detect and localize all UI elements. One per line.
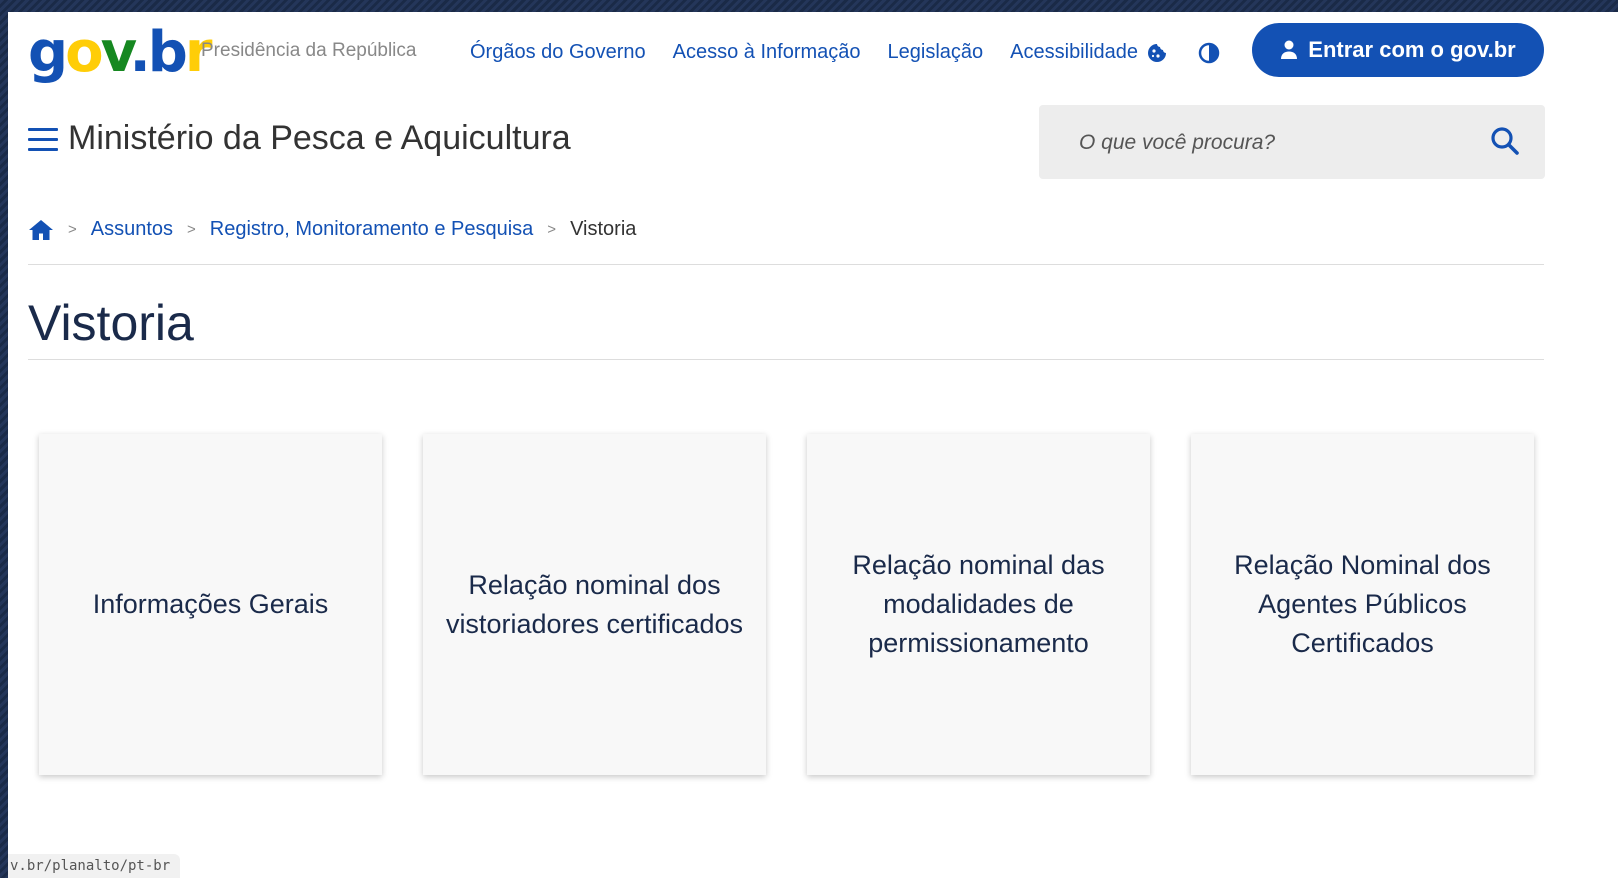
divider [28, 359, 1544, 360]
cards-grid: Informações Gerais Relação nominal dos v… [39, 434, 1534, 775]
window-border-left [0, 0, 8, 878]
card-vistoriadores[interactable]: Relação nominal dos vistoriadores certif… [423, 434, 766, 775]
nav-acessibilidade[interactable]: Acessibilidade [1010, 41, 1138, 64]
card-agentes-publicos[interactable]: Relação Nominal dos Agentes Públicos Cer… [1191, 434, 1534, 775]
breadcrumb: > Assuntos > Registro, Monitoramento e P… [28, 218, 636, 241]
hamburger-menu-icon[interactable] [28, 128, 58, 156]
breadcrumb-separator: > [68, 221, 77, 238]
link-status-bar: v.br/planalto/pt-br [8, 854, 181, 878]
nav-legislacao[interactable]: Legislação [888, 41, 984, 64]
breadcrumb-separator: > [187, 221, 196, 238]
page-title: Vistoria [28, 295, 194, 351]
cookie-icon[interactable] [1144, 40, 1170, 66]
nav-orgaos-do-governo[interactable]: Órgãos do Governo [470, 41, 646, 64]
breadcrumb-current: Vistoria [570, 218, 637, 240]
breadcrumb-registro[interactable]: Registro, Monitoramento e Pesquisa [210, 218, 534, 241]
breadcrumb-assuntos[interactable]: Assuntos [91, 218, 173, 241]
login-govbr-button[interactable]: Entrar com o gov.br [1252, 23, 1544, 77]
contrast-icon[interactable] [1196, 40, 1222, 66]
site-title[interactable]: Ministério da Pesca e Aquicultura [68, 119, 571, 158]
card-modalidades[interactable]: Relação nominal das modalidades de permi… [807, 434, 1150, 775]
window-border-top [0, 0, 1618, 12]
presidencia-label: Presidência da República [201, 40, 417, 61]
card-label: Relação Nominal dos Agentes Públicos Cer… [1234, 550, 1491, 658]
browser-viewport: gov.br Presidência da República Órgãos d… [8, 12, 1618, 878]
login-button-label: Entrar com o gov.br [1308, 37, 1516, 62]
divider [28, 264, 1544, 265]
card-label: Informações Gerais [92, 589, 329, 619]
search-icon[interactable] [1489, 125, 1521, 157]
search-input[interactable] [1077, 125, 1471, 161]
search-box [1039, 105, 1545, 179]
card-informacoes-gerais[interactable]: Informações Gerais [39, 434, 382, 775]
home-icon[interactable] [28, 219, 54, 241]
nav-acesso-a-informacao[interactable]: Acesso à Informação [673, 41, 861, 64]
breadcrumb-separator: > [547, 221, 557, 238]
top-nav: Órgãos do Governo Acesso à Informação Le… [470, 41, 1138, 64]
user-icon [1281, 40, 1298, 59]
card-label: Relação nominal das modalidades de permi… [852, 550, 1105, 658]
card-label: Relação nominal dos vistoriadores certif… [445, 569, 744, 639]
govbr-logo[interactable]: gov.br [28, 20, 212, 85]
